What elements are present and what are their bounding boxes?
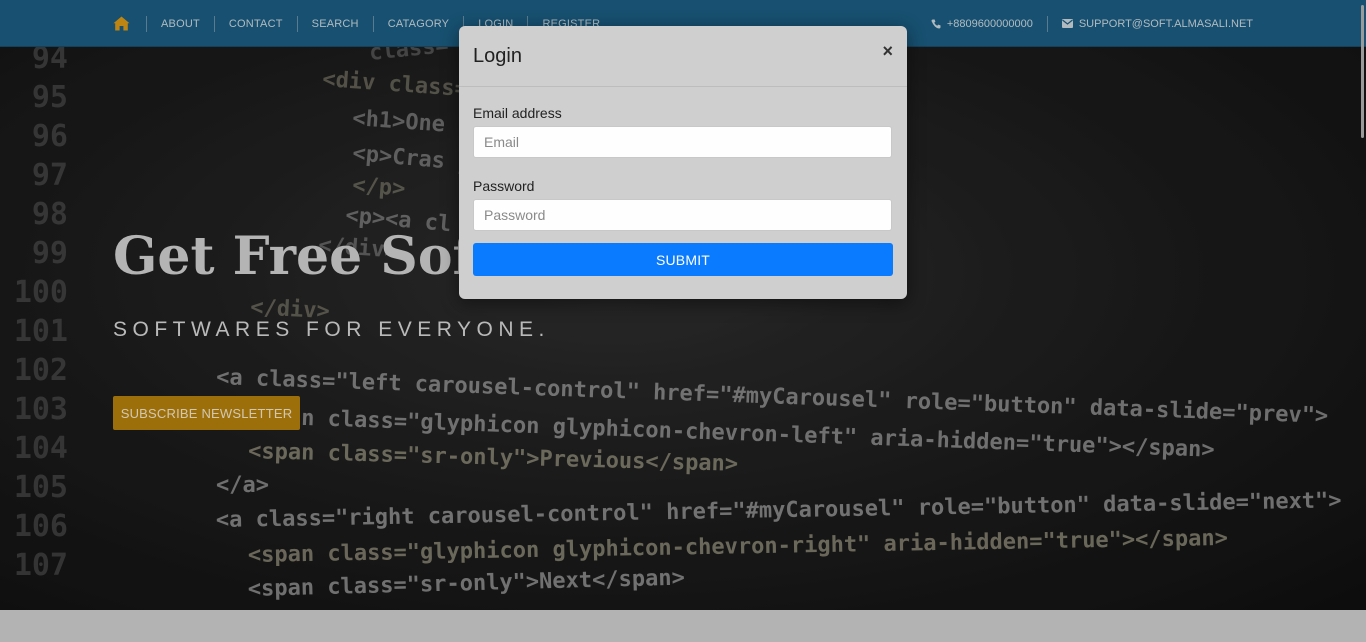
page-footer-strip — [0, 610, 1366, 642]
email-field[interactable] — [473, 126, 892, 158]
page-scrollbar[interactable] — [1361, 5, 1364, 138]
modal-header: Login × — [459, 26, 907, 87]
email-label: Email address — [473, 105, 562, 121]
login-modal: Login × Email address Password SUBMIT — [459, 26, 907, 299]
password-field[interactable] — [473, 199, 892, 231]
login-form: Email address Password SUBMIT — [459, 87, 907, 276]
modal-title: Login — [473, 44, 522, 67]
password-label: Password — [473, 178, 535, 194]
submit-button[interactable]: SUBMIT — [473, 243, 893, 276]
close-icon[interactable]: × — [882, 41, 893, 62]
